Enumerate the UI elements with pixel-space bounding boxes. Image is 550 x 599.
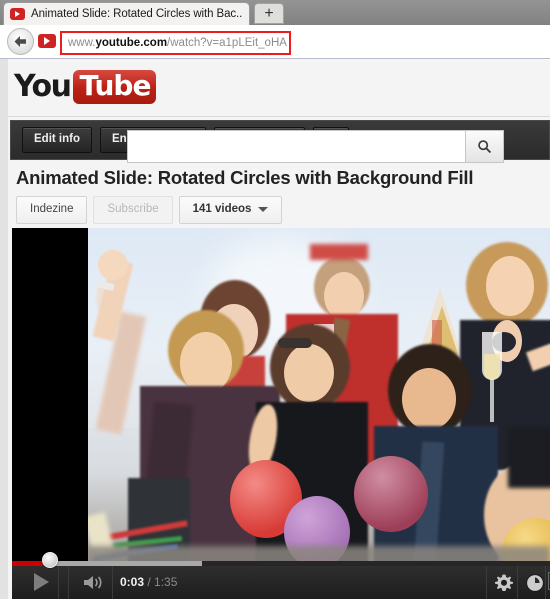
search-icon (478, 140, 492, 154)
settings-button[interactable] (494, 573, 514, 598)
url-text: www.youtube.com/watch?v=a1pLEit_oHA (68, 37, 287, 49)
browser-tab[interactable]: Animated Slide: Rotated Circles with Bac… (3, 2, 250, 25)
search-input[interactable] (127, 130, 466, 163)
current-time: 0:03 (120, 575, 145, 589)
video-frame-image (88, 228, 550, 566)
time-display: 0:03 / 1:35 (120, 575, 177, 589)
chevron-down-icon (258, 207, 269, 213)
youtube-site-icon (38, 34, 56, 48)
new-tab-button[interactable]: + (254, 3, 284, 24)
browser-window: Animated Slide: Rotated Circles with Bac… (0, 0, 550, 599)
gear-icon (495, 574, 513, 591)
time-separator: / (144, 575, 155, 589)
subscribe-button[interactable]: Subscribe (93, 196, 173, 224)
control-divider (58, 566, 59, 599)
video-stage (12, 228, 550, 566)
control-divider (486, 566, 487, 599)
play-button[interactable] (34, 573, 49, 591)
youtube-masthead: You Tube (8, 59, 550, 117)
control-divider (112, 566, 113, 599)
clock-icon (526, 574, 544, 592)
logo-tube-text: Tube (73, 70, 157, 104)
youtube-logo[interactable]: You Tube (14, 69, 157, 104)
back-arrow-icon[interactable] (7, 28, 34, 55)
address-bar[interactable]: www.youtube.com/watch?v=a1pLEit_oHA (60, 31, 291, 55)
video-count-label: 141 videos (192, 203, 252, 215)
control-divider (517, 566, 518, 599)
logo-you-text: You (14, 69, 72, 104)
tab-strip: Animated Slide: Rotated Circles with Bac… (0, 0, 550, 25)
volume-icon (84, 576, 102, 589)
youtube-favicon-icon (10, 8, 25, 20)
edit-info-button[interactable]: Edit info (22, 127, 92, 153)
video-count-button[interactable]: 141 videos (178, 196, 283, 224)
progress-scrubber[interactable] (42, 552, 58, 568)
control-divider (545, 566, 546, 599)
control-divider (68, 566, 69, 599)
volume-button[interactable] (82, 573, 106, 597)
video-letterbox (12, 228, 88, 566)
tab-title: Animated Slide: Rotated Circles with Bac… (31, 8, 243, 20)
page-title: Animated Slide: Rotated Circles with Bac… (16, 167, 474, 188)
video-player[interactable]: 0:03 / 1:35 (12, 228, 550, 599)
channel-meta-row: Indezine Subscribe 141 videos (16, 196, 283, 224)
search-area (127, 130, 504, 163)
player-controls: 0:03 / 1:35 (12, 552, 550, 599)
duration: 1:35 (154, 575, 178, 589)
search-button[interactable] (466, 130, 504, 163)
youtube-page: You Tube Brows Edit info Enhancements A (8, 59, 550, 599)
watch-later-button[interactable] (525, 573, 545, 598)
page-viewport: You Tube Brows Edit info Enhancements A (0, 59, 550, 599)
channel-name-button[interactable]: Indezine (16, 196, 88, 224)
progress-bar[interactable] (12, 552, 550, 568)
